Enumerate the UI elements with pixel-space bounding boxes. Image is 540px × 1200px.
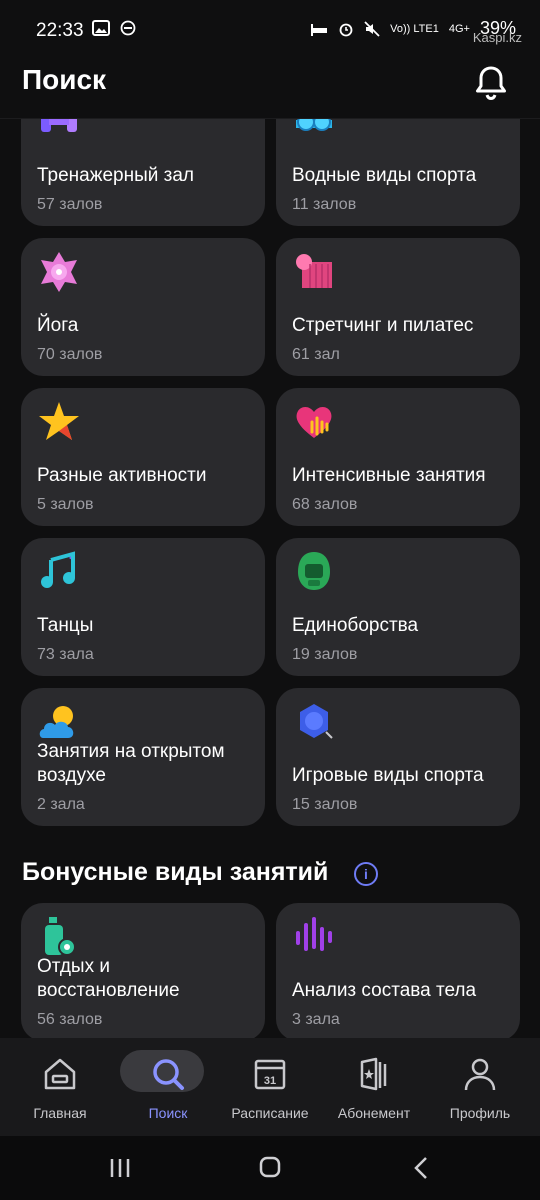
lotus-icon [41,252,77,292]
category-title: Йога [37,315,79,336]
signal-label: 4G+ [448,22,470,35]
bonus-card-recovery[interactable]: Отдых и восстановление 56 залов [21,903,265,1038]
category-card-water-sports[interactable]: Водные виды спорта 11 залов [276,118,520,226]
tab-schedule[interactable]: 31 Расписание [216,1050,324,1130]
category-card-outdoor[interactable]: Занятия на открытом воздухе 2 зала [21,688,265,826]
tab-label: Абонемент [337,1105,411,1121]
home-button-icon[interactable] [250,1154,290,1182]
category-count: 68 залов [292,496,358,513]
category-card-gym[interactable]: Тренажерный зал 57 залов [21,118,265,226]
category-count: 15 залов [292,796,358,813]
category-count: 57 залов [37,196,103,213]
category-count: 3 зала [292,1011,340,1028]
info-icon[interactable]: i [354,862,378,886]
category-count: 11 залов [292,196,357,213]
dumbbell-icon [41,118,77,132]
tab-label: Главная [33,1105,87,1121]
category-title: Стретчинг и пилатес [292,315,474,336]
category-count: 70 залов [37,346,103,363]
content-scroll[interactable]: Тренажерный зал 57 залов Водные виды спо… [0,118,540,1038]
category-title: Разные активности [37,465,207,486]
category-title: Тренажерный зал [37,165,194,186]
profile-icon [464,1058,496,1091]
category-card-stretching[interactable]: Стретчинг и пилатес 61 зал [276,238,520,376]
watermark: Kaspi.kz [472,30,522,45]
sleep-icon [311,23,328,36]
boxing-helmet-icon [298,552,330,590]
spa-bottle-icon [45,917,76,956]
category-card-martial-arts[interactable]: Единоборства 19 залов [276,538,520,676]
tab-label: Расписание [231,1105,309,1121]
category-title: Водные виды спорта [292,165,477,186]
tab-label: Профиль [449,1105,511,1121]
heart-pulse-icon [296,407,332,438]
category-count: 2 зала [37,796,85,813]
category-card-dance[interactable]: Танцы 73 зала [21,538,265,676]
category-title: Игровые виды спорта [292,765,484,786]
sound-wave-icon [296,917,332,951]
category-title: Единоборства [292,615,419,636]
back-icon[interactable] [402,1154,442,1182]
category-count: 5 залов [37,496,94,513]
search-icon [153,1059,184,1090]
dnd-icon [120,20,136,36]
calendar-icon: 31 [254,1059,286,1090]
ticket-icon [360,1057,387,1091]
category-card-games[interactable]: Игровые виды спорта 15 залов [276,688,520,826]
swim-goggles-icon [296,118,332,131]
category-card-yoga[interactable]: Йога 70 залов [21,238,265,376]
category-count: 19 залов [292,646,358,663]
mute-icon [364,20,380,37]
category-count: 73 зала [37,646,94,663]
system-nav-bar [0,1136,540,1200]
tab-subscription[interactable]: Абонемент [320,1050,428,1130]
tab-profile[interactable]: Профиль [426,1050,534,1130]
home-icon [44,1058,76,1090]
status-time: 22:33 [36,20,84,41]
category-card-various[interactable]: Разные активности 5 залов [21,388,265,526]
bottom-tab-bar: Главная Поиск 31 Расписание Абонемент Пр… [0,1038,540,1136]
page-header: Поиск [0,58,540,119]
yoga-mat-icon [296,254,332,288]
category-title: Танцы [37,615,94,636]
tab-search[interactable]: Поиск [114,1050,222,1130]
calendar-day: 31 [264,1075,276,1087]
sun-cloud-icon [39,706,74,738]
category-count: 61 зал [292,346,340,363]
category-count: 56 залов [37,1011,103,1028]
category-title: Анализ состава тела [292,980,477,1001]
category-card-intensive[interactable]: Интенсивные занятия 68 залов [276,388,520,526]
tab-home[interactable]: Главная [6,1050,114,1130]
category-title: Занятия на открытом воздухе [37,741,225,786]
gallery-icon [92,20,110,36]
recent-apps-icon[interactable] [100,1154,140,1182]
alarm-icon [339,23,353,36]
category-title: Отдых и восстановление [37,956,180,1001]
star-icon [39,402,79,440]
page-title: Поиск [22,64,107,95]
tab-label: Поиск [148,1105,188,1121]
bonus-section-title: Бонусные виды занятий [22,858,329,886]
category-title: Интенсивные занятия [292,465,486,486]
bell-icon[interactable] [474,64,508,102]
network-label: Vo)) LTE1 [390,22,439,35]
music-note-icon [41,551,75,588]
status-bar: 22:33 Vo)) LTE1 4G+ 39% Kaspi.kz [0,0,540,58]
bonus-card-body-analysis[interactable]: Анализ состава тела 3 зала [276,903,520,1038]
volleyball-icon [300,704,333,739]
